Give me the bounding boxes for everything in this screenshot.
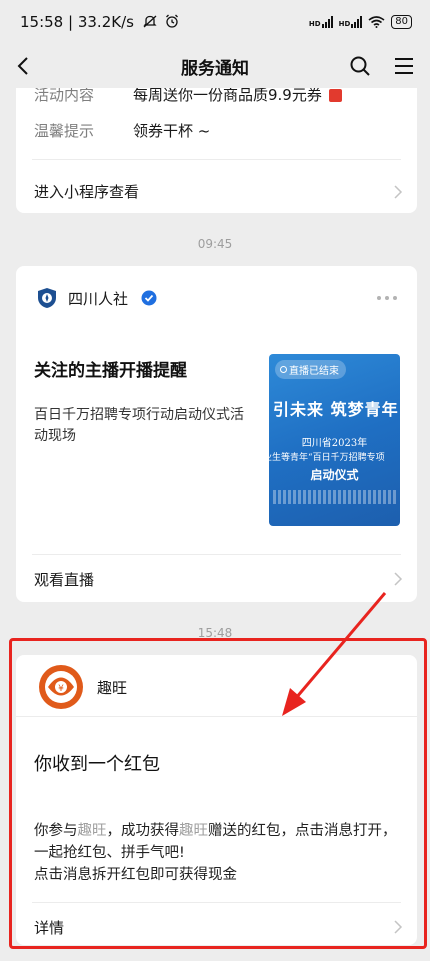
more-icon[interactable] [376, 295, 398, 301]
nav-bar: 服务通知 [0, 44, 430, 88]
notification-card-1[interactable]: 活动内容 每周送你一份商品质9.9元券 温馨提示 领券干杯 ~ 进入小程序查看 [16, 88, 417, 213]
network-speed: 33.2K/s [77, 13, 134, 31]
search-icon[interactable] [348, 54, 372, 78]
live-ended-badge: 直播已结束 [275, 360, 346, 379]
row-label-activity: 活动内容 [34, 88, 95, 104]
signal-icon-2: HD [339, 16, 363, 28]
watch-live-link[interactable]: 观看直播 [34, 569, 94, 590]
thumbnail-slogan: 引未来 筑梦青年 [273, 400, 399, 419]
status-time: 15:58 [20, 13, 64, 31]
chevron-right-icon [394, 572, 403, 586]
thumbnail-line-1: 四川省2023年 [301, 438, 368, 449]
verified-badge-icon [141, 290, 157, 306]
thumbnail-line-2: 业生等青年“百日千万招聘专项 [269, 453, 385, 463]
status-left: 15:58 | 33.2K/s [20, 13, 179, 31]
open-miniprogram-link[interactable]: 进入小程序查看 [34, 181, 139, 202]
notification-title: 关注的主播开播提醒 [34, 361, 187, 381]
alarm-icon [165, 14, 178, 28]
back-arrow-icon[interactable] [12, 54, 36, 78]
chevron-right-icon [394, 185, 403, 199]
signal-icon: HD [309, 16, 333, 28]
sichuan-renshe-logo-icon [38, 288, 56, 308]
account-name: 四川人社 [68, 290, 129, 308]
notification-card-2[interactable]: 四川人社 关注的主播开播提醒 百日千万招聘专项行动启动仪式活动现场 直播已结束 … [16, 266, 417, 602]
notification-desc: 百日千万招聘专项行动启动仪式活动现场 [34, 407, 244, 444]
coupon-emoji-icon [328, 89, 342, 102]
live-thumbnail[interactable]: 直播已结束 引未来 筑梦青年 四川省2023年 业生等青年“百日千万招聘专项 启… [269, 354, 400, 526]
divider [32, 159, 401, 160]
row-value-activity: 每周送你一份商品质9.9元券 [133, 88, 342, 105]
status-right: HD HD 80 [309, 15, 412, 29]
row-label-tip: 温馨提示 [34, 122, 95, 140]
thumbnail-fineprint [273, 490, 396, 504]
status-bar: 15:58 | 33.2K/s HD HD 80 [0, 0, 430, 44]
timestamp: 09:45 [197, 237, 233, 251]
menu-icon[interactable] [392, 54, 416, 78]
wifi-icon [368, 16, 385, 28]
row-value-tip: 领券干杯 ~ [133, 122, 211, 140]
mute-icon [143, 15, 157, 28]
annotation-highlight-box [9, 638, 427, 949]
page-title: 服务通知 [181, 58, 249, 79]
divider [32, 554, 401, 555]
battery-icon: 80 [391, 15, 412, 29]
thumbnail-line-3: 启动仪式 [310, 468, 359, 482]
